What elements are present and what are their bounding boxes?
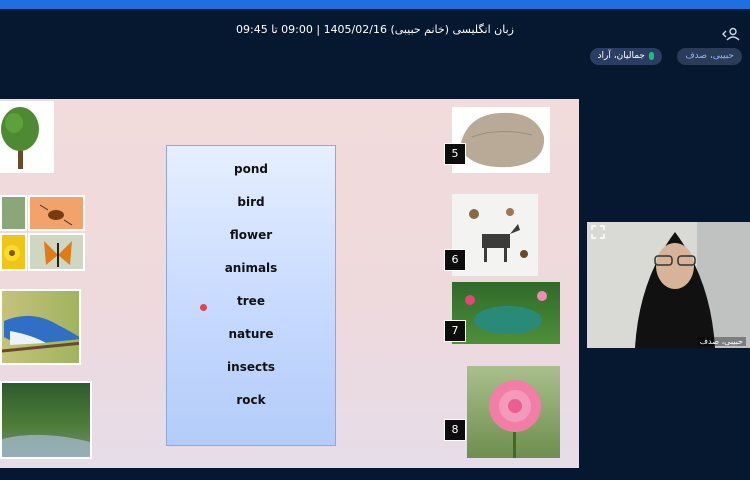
shared-slide: pond bird flower animals tree nature ins… bbox=[0, 99, 579, 468]
session-header: زبان انگلیسی (خانم حبیبی) 1405/02/16 | 0… bbox=[0, 9, 750, 49]
microphone-icon bbox=[649, 51, 654, 60]
word-list: pond bird flower animals tree nature ins… bbox=[166, 145, 336, 446]
flower-image bbox=[0, 233, 27, 271]
expand-icon[interactable] bbox=[591, 225, 605, 239]
number-badge: 6 bbox=[444, 249, 466, 271]
word-item: flower bbox=[229, 228, 273, 242]
word-item: rock bbox=[236, 393, 266, 407]
video-participant-name: حبیبی، صدف bbox=[696, 337, 746, 346]
rock-image bbox=[452, 107, 550, 173]
word-item: tree bbox=[237, 294, 265, 308]
participant-chip[interactable]: جمالیان، آراد bbox=[589, 48, 662, 65]
leaf-image bbox=[0, 195, 27, 231]
word-item: pond bbox=[234, 162, 268, 176]
bird-image bbox=[0, 289, 81, 365]
butterfly-image bbox=[28, 233, 85, 271]
number-badge: 7 bbox=[444, 320, 466, 342]
word-item: insects bbox=[227, 360, 275, 374]
pond-image bbox=[452, 282, 560, 344]
word-item: bird bbox=[237, 195, 265, 209]
participant-chip[interactable]: حبیبی، صدف bbox=[677, 48, 742, 65]
pointer-dot bbox=[200, 304, 207, 311]
rose-image bbox=[467, 366, 560, 458]
session-title: زبان انگلیسی (خانم حبیبی) 1405/02/16 | 0… bbox=[236, 23, 514, 36]
participant-name: جمالیان، آراد bbox=[597, 51, 645, 61]
number-badge: 5 bbox=[444, 143, 466, 165]
tree-image bbox=[0, 101, 54, 173]
participant-name: حبیبی، صدف bbox=[685, 51, 734, 61]
top-status-bar bbox=[0, 0, 750, 9]
word-item: nature bbox=[228, 327, 274, 341]
insect-image bbox=[28, 195, 85, 231]
user-icon[interactable] bbox=[722, 27, 740, 41]
participant-video[interactable]: حبیبی، صدف bbox=[587, 222, 750, 348]
nature-image bbox=[0, 381, 92, 459]
word-item: animals bbox=[224, 261, 278, 275]
number-badge: 8 bbox=[444, 419, 466, 441]
